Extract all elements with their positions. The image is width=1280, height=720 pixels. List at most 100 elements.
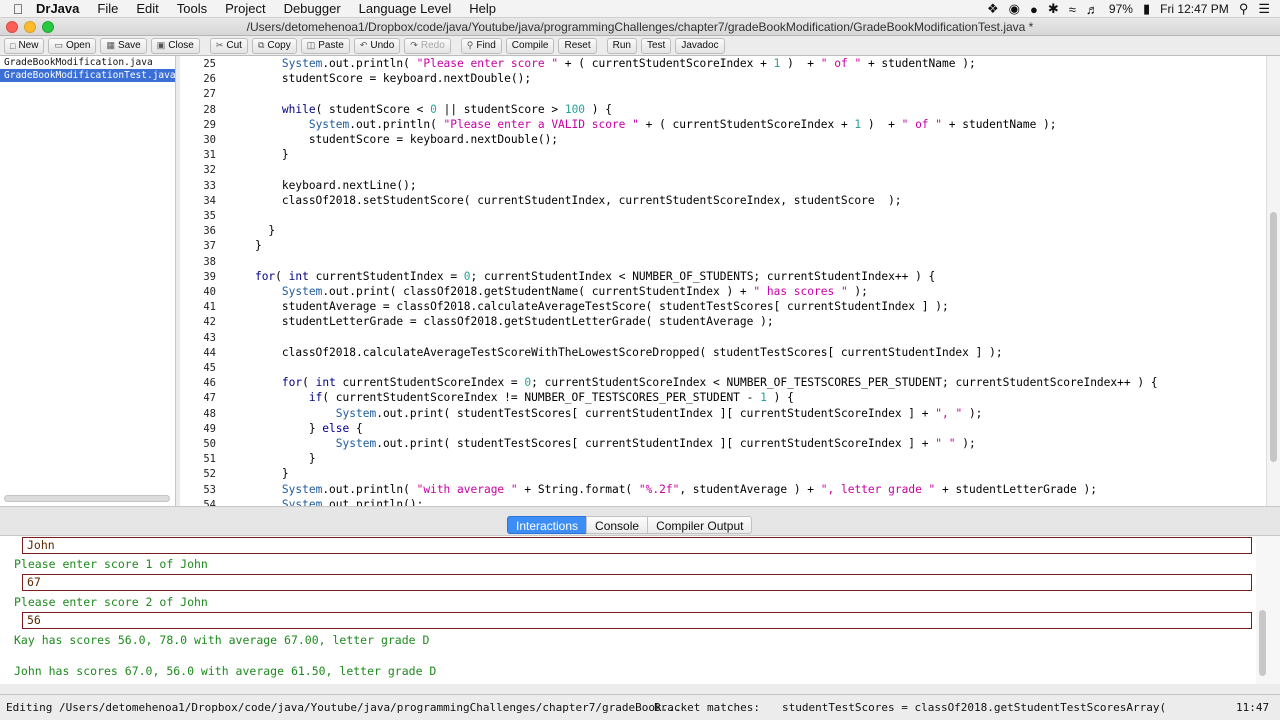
volume-icon[interactable]: ♬ — [1086, 2, 1099, 17]
code-line[interactable]: if( currentStudentScoreIndex != NUMBER_O… — [228, 391, 794, 404]
code-line[interactable]: studentScore = keyboard.nextDouble(); — [228, 133, 558, 146]
code-line[interactable]: classOf2018.calculateAverageTestScoreWit… — [228, 346, 1003, 359]
undo-icon: ↶ — [359, 40, 368, 50]
code-line[interactable]: System.out.println(); — [228, 498, 423, 506]
close-window-icon[interactable] — [6, 21, 18, 33]
editor-scroll-thumb[interactable] — [1270, 212, 1277, 462]
apple-menu-icon[interactable]:  — [0, 1, 36, 17]
open-button[interactable]: ▭ Open — [48, 37, 97, 54]
code-line[interactable]: System.out.println( "with average " + St… — [228, 483, 1097, 496]
undo-button[interactable]: ↶ Undo — [353, 37, 401, 54]
tab-interactions[interactable]: Interactions — [507, 516, 588, 534]
status-bracket-label: Bracket matches: — [654, 701, 760, 714]
file-item-gradebookmodificationtest[interactable]: GradeBookModificationTest.java* — [0, 69, 181, 82]
save-icon: ▦ — [106, 40, 115, 50]
camera-icon[interactable]: ◉ — [1009, 1, 1020, 17]
compile-button[interactable]: Compile — [505, 37, 555, 54]
window-title: /Users/detomehenoa1/Dropbox/code/java/Yo… — [246, 20, 1034, 34]
status-bar: Editing /Users/detomehenoa1/Dropbox/code… — [0, 694, 1280, 720]
files-horizontal-scrollbar[interactable] — [4, 495, 170, 502]
code-line[interactable]: studentLetterGrade = classOf2018.getStud… — [228, 315, 774, 328]
reset-button[interactable]: Reset — [558, 37, 597, 54]
battery-percent[interactable]: 97% — [1109, 2, 1133, 16]
menu-edit[interactable]: Edit — [136, 1, 158, 16]
wifi-icon[interactable]: ≈ — [1069, 2, 1076, 17]
file-item-gradebookmodification[interactable]: GradeBookModification.java — [0, 56, 175, 69]
minimize-window-icon[interactable] — [24, 21, 36, 33]
editor-vertical-scrollbar[interactable] — [1266, 56, 1280, 506]
new-button[interactable]: □ New — [4, 37, 45, 54]
new-file-icon: □ — [10, 40, 16, 51]
code-line[interactable]: } — [228, 148, 289, 161]
code-line[interactable]: studentScore = keyboard.nextDouble(); — [228, 72, 531, 85]
test-button[interactable]: Test — [640, 37, 672, 54]
cut-button[interactable]: ✂ Cut — [209, 37, 248, 54]
close-file-icon: ▣ — [156, 40, 166, 50]
interactions-pane[interactable]: John Please enter score 1 of John 67 Ple… — [0, 536, 1256, 684]
line-number: 26 — [203, 73, 216, 86]
line-number: 48 — [203, 407, 216, 420]
spotlight-search-icon[interactable]: ⚲ — [1239, 1, 1249, 17]
interactions-scroll-thumb[interactable] — [1259, 610, 1266, 676]
battery-icon: ▮ — [1142, 1, 1151, 16]
clipboard-icon: ◫ — [306, 40, 316, 50]
save-button[interactable]: ▦ Save — [100, 37, 147, 54]
code-editor[interactable]: 25 System.out.println( "Please enter sco… — [180, 56, 1266, 506]
zoom-window-icon[interactable] — [42, 21, 54, 33]
bottom-tab-strip: Interactions Console Compiler Output — [0, 506, 1280, 536]
code-line[interactable]: while( studentScore < 0 || studentScore … — [228, 103, 612, 116]
paste-button[interactable]: ◫ Paste — [300, 37, 350, 54]
status-cursor-position: 11:47 — [1236, 701, 1270, 714]
code-line[interactable]: for( int currentStudentIndex = 0; curren… — [228, 270, 935, 283]
code-line[interactable]: System.out.print( studentTestScores[ cur… — [228, 437, 976, 450]
dropbox-icon[interactable]: ❖ — [987, 1, 999, 17]
menu-language-level[interactable]: Language Level — [359, 1, 452, 16]
tab-console[interactable]: Console — [586, 516, 649, 534]
menu-help[interactable]: Help — [469, 1, 496, 16]
code-line[interactable]: System.out.println( "Please enter score … — [228, 57, 976, 70]
tab-compiler-output[interactable]: Compiler Output — [647, 516, 753, 534]
line-number: 35 — [203, 210, 216, 222]
notification-center-icon[interactable]: ☰ — [1258, 1, 1270, 17]
input-box: 67 — [22, 574, 1252, 591]
bluetooth-icon[interactable]: ✱ — [1048, 1, 1059, 17]
code-line[interactable]: System.out.print( studentTestScores[ cur… — [228, 407, 983, 420]
code-line[interactable]: for( int currentStudentScoreIndex = 0; c… — [228, 376, 1158, 389]
javadoc-button[interactable]: Javadoc — [675, 37, 725, 54]
menu-tools[interactable]: Tools — [177, 1, 207, 16]
interactions-vertical-scrollbar[interactable] — [1256, 536, 1280, 684]
line-number: 33 — [203, 179, 216, 192]
menu-file[interactable]: File — [97, 1, 118, 16]
code-line[interactable]: } — [228, 467, 289, 480]
menu-project[interactable]: Project — [225, 1, 265, 16]
clock[interactable]: Fri 12:47 PM — [1160, 2, 1229, 16]
line-number: 44 — [203, 346, 216, 359]
output-line: Kay has scores 56.0, 78.0 with average 6… — [14, 633, 430, 647]
menu-debugger[interactable]: Debugger — [284, 1, 341, 16]
line-number: 49 — [203, 422, 216, 435]
line-number: 53 — [203, 483, 216, 496]
chrome-icon[interactable]: ● — [1030, 2, 1038, 17]
line-number: 36 — [203, 225, 216, 238]
code-line[interactable]: classOf2018.setStudentScore( currentStud… — [228, 194, 902, 207]
code-line[interactable]: studentAverage = classOf2018.calculateAv… — [228, 300, 949, 313]
line-number: 41 — [203, 301, 216, 314]
find-button[interactable]: ⚲ Find — [460, 37, 502, 54]
code-line[interactable]: keyboard.nextLine(); — [228, 179, 417, 192]
window-titlebar: /Users/detomehenoa1/Dropbox/code/java/Yo… — [0, 18, 1280, 36]
code-line[interactable]: } — [228, 452, 316, 465]
code-line[interactable]: } else { — [228, 422, 363, 435]
line-number: 51 — [203, 453, 216, 466]
window-controls — [6, 21, 54, 33]
code-line[interactable]: System.out.println( "Please enter a VALI… — [228, 118, 1057, 131]
code-line[interactable]: } — [228, 239, 262, 252]
line-number: 28 — [203, 103, 216, 116]
run-button[interactable]: Run — [606, 37, 637, 54]
close-button[interactable]: ▣ Close — [150, 37, 200, 54]
menubar-status-area: ❖ ◉ ● ✱ ≈ ♬ 97% ▮ Fri 12:47 PM ⚲ ☰ — [987, 0, 1270, 18]
menu-app-name[interactable]: DrJava — [36, 1, 79, 16]
copy-button[interactable]: ⧉ Copy — [251, 37, 297, 54]
redo-button[interactable]: ↷ Redo — [404, 37, 451, 54]
code-line[interactable]: System.out.print( classOf2018.getStudent… — [228, 285, 868, 298]
code-line[interactable]: } — [228, 224, 275, 237]
